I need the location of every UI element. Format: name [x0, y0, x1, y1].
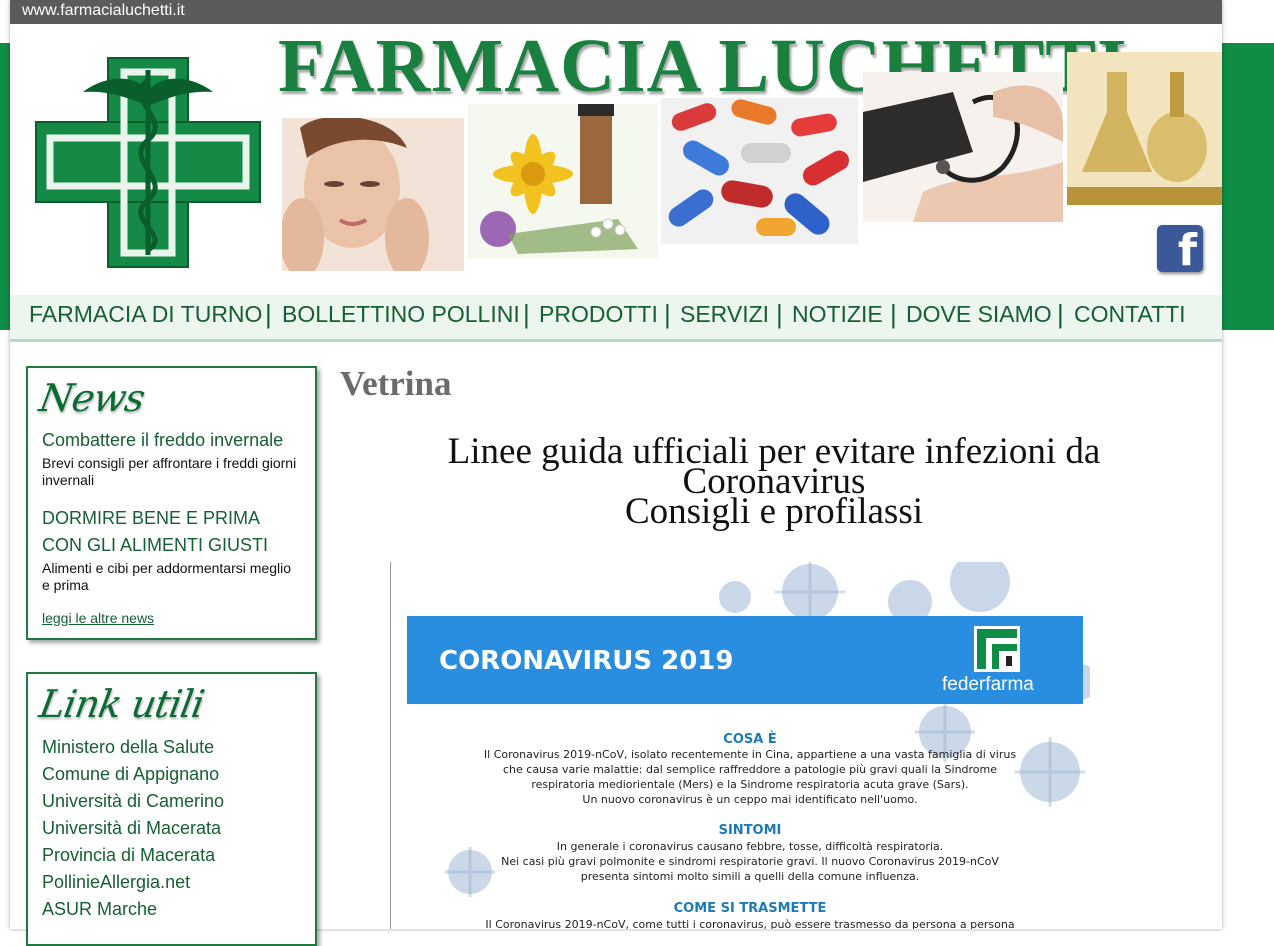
link-ministero-salute[interactable]: Ministero della Salute [42, 737, 214, 758]
poster-section-body: In generale i coronavirus causano febbre… [390, 839, 1090, 884]
face-skincare-photo [282, 118, 464, 271]
news-item-title-line1[interactable]: DORMIRE BENE E PRIMA [42, 508, 260, 529]
poster-section-title: COME SI TRASMETTE [673, 901, 827, 916]
news-item-desc: Alimenti e cibi per addormentarsi meglio… [42, 560, 291, 593]
poster-section-body: Il Coronavirus 2019-nCoV, isolato recent… [390, 747, 1090, 807]
nav-separator: | [776, 299, 783, 329]
nav-bollettino-pollini[interactable]: BOLLETTINO POLLINI [282, 301, 520, 328]
news-item-title[interactable]: Combattere il freddo invernale [42, 430, 283, 451]
poster-text-line: Il Coronavirus 2019-nCoV, isolato recent… [483, 748, 1017, 761]
nav-separator: | [1057, 299, 1064, 329]
news-item-desc: Brevi consigli per affrontare i freddi g… [42, 455, 297, 488]
nav-farmacia-di-turno[interactable]: FARMACIA DI TURNO [29, 301, 262, 328]
link-provincia-macerata[interactable]: Provincia di Macerata [42, 845, 215, 866]
links-box-title: Link utili [36, 682, 208, 726]
useful-links-box: Link utili Ministero della Salute Comune… [26, 672, 317, 946]
poster-text-line: presenta sintomi molto simili a quelli d… [580, 870, 920, 883]
news-box-title: News [36, 376, 148, 420]
federfarma-logo-icon [974, 626, 1020, 672]
poster-section-title: SINTOMI [718, 823, 782, 838]
main-nav: FARMACIA DI TURNO | BOLLETTINO POLLINI |… [10, 295, 1222, 342]
section-title: Vetrina [340, 364, 452, 403]
herbal-flowers-photo [468, 104, 658, 259]
poster-text-line: Nei casi più gravi polmonite e sindromi … [501, 855, 999, 868]
poster-text-line: In generale i coronavirus causano febbre… [556, 840, 944, 853]
article-headline[interactable]: Linee guida ufficiali per evitare infezi… [380, 433, 1168, 532]
nav-separator: | [890, 299, 897, 329]
poster-section-body: Il Coronavirus 2019-nCoV, come tutti i c… [390, 917, 1090, 929]
pills-photo [661, 98, 858, 244]
link-asur-marche[interactable]: ASUR Marche [42, 899, 157, 920]
read-more-news-link[interactable]: leggi le altre news [42, 610, 154, 626]
url-bar: www.farmacialuchetti.it [10, 0, 1222, 24]
poster-text-line: respiratoria mediorientale (Mers) e la S… [531, 778, 969, 791]
page-container: FARMACIA LUCHETTI f FARMACIA DI TURNO | … [10, 0, 1222, 946]
headline-line-3: Consigli e profilassi [624, 491, 924, 532]
link-comune-appignano[interactable]: Comune di Appignano [42, 764, 219, 785]
poster-text-line: Un nuovo coronavirus è un ceppo mai iden… [582, 793, 918, 806]
coronavirus-poster: CORONAVIRUS 2019 federfarma COSA È Il Co… [390, 562, 1090, 929]
nav-separator: | [265, 299, 272, 329]
nav-separator: | [523, 299, 530, 329]
nav-notizie[interactable]: NOTIZIE [792, 301, 883, 328]
pharmacy-cross-logo[interactable] [28, 50, 268, 275]
blood-pressure-photo [863, 72, 1063, 222]
link-universita-camerino[interactable]: Università di Camerino [42, 791, 224, 812]
news-box: News Combattere il freddo invernale Brev… [26, 366, 317, 640]
poster-text-line: Il Coronavirus 2019-nCoV, come tutti i c… [485, 918, 1015, 929]
nav-dove-siamo[interactable]: DOVE SIAMO [906, 301, 1052, 328]
url-text: www.farmacialuchetti.it [22, 2, 185, 19]
link-pollini-allergia[interactable]: PollinieAllergia.net [42, 872, 190, 893]
coronavirus-banner: CORONAVIRUS 2019 federfarma [407, 616, 1083, 704]
nav-contatti[interactable]: CONTATTI [1074, 301, 1186, 328]
poster-text-line: che causa varie malattie: dal semplice r… [502, 763, 998, 776]
news-item-title-line2[interactable]: CON GLI ALIMENTI GIUSTI [42, 535, 268, 556]
facebook-icon[interactable]: f [1157, 225, 1203, 272]
poster-section-title: COSA È [723, 732, 777, 747]
nav-servizi[interactable]: SERVIZI [680, 301, 769, 328]
federfarma-brand: federfarma [942, 674, 1034, 695]
link-universita-macerata[interactable]: Università di Macerata [42, 818, 221, 839]
banner-title: CORONAVIRUS 2019 [439, 646, 734, 676]
lab-glassware-photo [1067, 52, 1222, 205]
nav-prodotti[interactable]: PRODOTTI [539, 301, 658, 328]
nav-separator: | [664, 299, 671, 329]
